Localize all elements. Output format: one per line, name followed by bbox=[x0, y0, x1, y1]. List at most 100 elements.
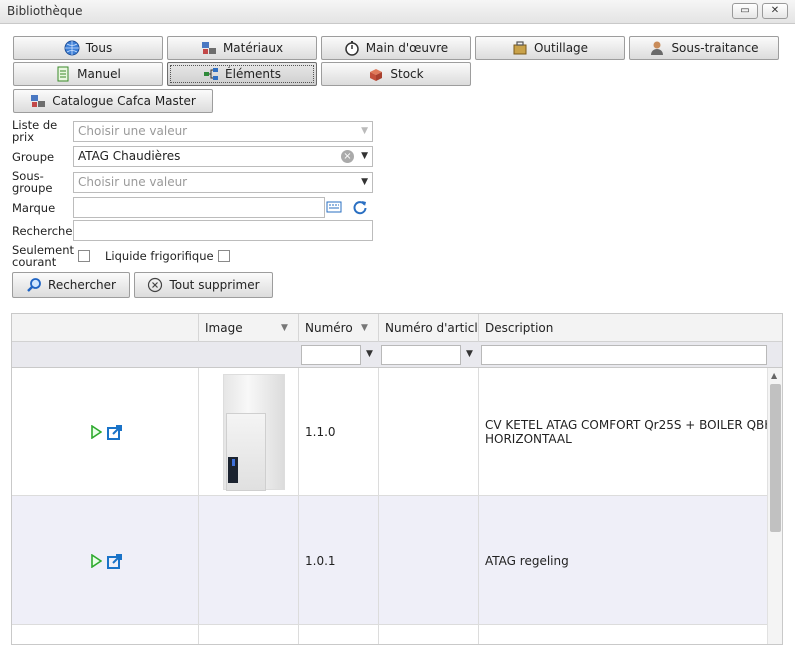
grid-header: Image ▼ Numéro ▼ Numéro d'article Descri… bbox=[12, 314, 782, 342]
description-filter-input[interactable] bbox=[481, 345, 767, 365]
row-numero: 1.0.1 bbox=[305, 554, 336, 568]
column-header-image-label: Image bbox=[205, 321, 243, 335]
materials-icon bbox=[201, 40, 217, 56]
sous-groupe-select[interactable]: Choisir une valeur ▼ bbox=[73, 172, 373, 193]
row-description-line1: CV KETEL ATAG COMFORT Qr25S + BOILER QBH… bbox=[485, 418, 767, 432]
groupe-value: ATAG Chaudières bbox=[78, 149, 181, 163]
liste-prix-label: Liste de prix bbox=[12, 118, 58, 144]
tab-main-oeuvre-label: Main d'œuvre bbox=[365, 41, 449, 55]
row-description-cell bbox=[479, 625, 767, 644]
tab-sous-traitance[interactable]: Sous-traitance bbox=[629, 36, 779, 60]
tab-elements-label: Éléments bbox=[225, 67, 281, 81]
groupe-label: Groupe bbox=[12, 150, 55, 164]
document-icon bbox=[55, 66, 71, 82]
chevron-down-icon[interactable]: ▼ bbox=[361, 147, 368, 166]
filter-icon[interactable]: ▼ bbox=[361, 314, 368, 342]
tab-tous-label: Tous bbox=[85, 41, 113, 55]
rechercher-button[interactable]: Rechercher bbox=[12, 272, 130, 298]
search-icon bbox=[26, 277, 42, 293]
filter-icon[interactable]: ▼ bbox=[281, 314, 288, 342]
table-row[interactable] bbox=[12, 625, 767, 644]
column-header-numero[interactable]: Numéro ▼ bbox=[299, 314, 379, 342]
numero-filter-input[interactable] bbox=[301, 345, 361, 365]
row-numero-cell: 1.1.0 bbox=[299, 368, 379, 495]
column-header-numero-label: Numéro bbox=[305, 321, 353, 335]
row-numero: 1.1.0 bbox=[305, 425, 336, 439]
tab-elements[interactable]: Éléments bbox=[167, 62, 317, 86]
marque-label: Marque bbox=[12, 201, 56, 215]
column-header-numero-article-label: Numéro d'article bbox=[385, 321, 479, 335]
filter-icon[interactable]: ▼ bbox=[466, 349, 473, 359]
play-icon[interactable] bbox=[90, 424, 103, 440]
sous-groupe-label: Sous-groupe bbox=[12, 169, 53, 195]
scroll-up-icon[interactable]: ▲ bbox=[771, 371, 777, 380]
tab-outillage-label: Outillage bbox=[533, 41, 589, 55]
open-external-icon[interactable] bbox=[107, 424, 123, 440]
column-header-image[interactable]: Image ▼ bbox=[199, 314, 299, 342]
row-image-cell bbox=[199, 496, 299, 624]
keyboard-icon[interactable] bbox=[326, 199, 342, 215]
open-external-icon[interactable] bbox=[107, 553, 123, 569]
tout-supprimer-label: Tout supprimer bbox=[169, 278, 260, 292]
catalogue-cafca-button[interactable]: Catalogue Cafca Master bbox=[13, 89, 213, 113]
play-icon[interactable] bbox=[90, 553, 103, 569]
rechercher-label: Rechercher bbox=[48, 278, 116, 292]
table-row[interactable]: 1.0.1 ATAG regeling bbox=[12, 496, 767, 625]
close-button[interactable]: ✕ bbox=[762, 3, 788, 19]
seulement-courant-label: Seulement courant bbox=[12, 243, 75, 269]
tout-supprimer-button[interactable]: Tout supprimer bbox=[134, 272, 273, 298]
clear-circle-icon bbox=[147, 277, 163, 293]
column-header-numero-article[interactable]: Numéro d'article bbox=[379, 314, 479, 342]
tab-materiaux[interactable]: Matériaux bbox=[167, 36, 317, 60]
row-numero-cell: 1.0.1 bbox=[299, 496, 379, 624]
stock-box-icon bbox=[368, 66, 384, 82]
scrollbar-thumb[interactable] bbox=[770, 384, 781, 532]
row-actions-cell bbox=[12, 625, 199, 644]
tab-main-oeuvre[interactable]: Main d'œuvre bbox=[321, 36, 471, 60]
tab-stock[interactable]: Stock bbox=[321, 62, 471, 86]
results-grid: Image ▼ Numéro ▼ Numéro d'article Descri… bbox=[11, 313, 783, 645]
liste-prix-select[interactable]: Choisir une valeur ▼ bbox=[73, 121, 373, 142]
sous-groupe-placeholder: Choisir une valeur bbox=[78, 175, 188, 189]
tab-materiaux-label: Matériaux bbox=[222, 41, 284, 55]
filter-icon[interactable]: ▼ bbox=[366, 349, 373, 359]
numero-article-filter-input[interactable] bbox=[381, 345, 461, 365]
row-numero-article-cell bbox=[379, 625, 479, 644]
table-row[interactable]: 1.1.0 CV KETEL ATAG COMFORT Qr25S + BOIL… bbox=[12, 368, 767, 496]
window-titlebar: Bibliothèque ▭ ✕ bbox=[0, 0, 795, 24]
chevron-down-icon: ▼ bbox=[361, 126, 368, 136]
row-image-cell bbox=[199, 625, 299, 644]
tab-outillage[interactable]: Outillage bbox=[475, 36, 625, 60]
liquide-frigorifique-label: Liquide frigorifique bbox=[105, 249, 214, 263]
row-numero-article-cell bbox=[379, 496, 479, 624]
column-header-description[interactable]: Description bbox=[479, 314, 767, 342]
toolbox-icon bbox=[512, 40, 528, 56]
recherche-input[interactable] bbox=[73, 220, 373, 241]
restore-button[interactable]: ▭ bbox=[732, 3, 758, 19]
refresh-icon[interactable] bbox=[352, 199, 368, 215]
vertical-scrollbar[interactable]: ▲ bbox=[767, 368, 782, 644]
boiler-product-image bbox=[223, 374, 285, 491]
tab-manuel-label: Manuel bbox=[77, 67, 121, 81]
row-description-line2: HORIZONTAAL bbox=[485, 432, 572, 446]
row-image-cell bbox=[199, 368, 299, 495]
tab-manuel[interactable]: Manuel bbox=[13, 62, 163, 86]
groupe-select[interactable]: ATAG Chaudières × ▼ bbox=[73, 146, 373, 167]
catalogue-label: Catalogue Cafca Master bbox=[52, 94, 196, 108]
marque-input[interactable] bbox=[73, 197, 325, 218]
liquide-frigorifique-checkbox[interactable] bbox=[218, 250, 230, 262]
catalogue-icon bbox=[30, 93, 46, 109]
column-header-actions bbox=[12, 314, 199, 342]
liste-prix-placeholder: Choisir une valeur bbox=[78, 124, 188, 138]
seulement-courant-checkbox[interactable] bbox=[78, 250, 90, 262]
row-actions-cell bbox=[12, 496, 199, 624]
column-header-description-label: Description bbox=[485, 321, 554, 335]
window-title: Bibliothèque bbox=[7, 4, 83, 18]
grid-filter-row: ▼ ▼ bbox=[12, 342, 782, 368]
chevron-down-icon: ▼ bbox=[361, 177, 368, 187]
clear-icon[interactable]: × bbox=[341, 150, 354, 163]
person-icon bbox=[649, 40, 665, 56]
stopwatch-icon bbox=[344, 40, 360, 56]
tab-tous[interactable]: Tous bbox=[13, 36, 163, 60]
globe-icon bbox=[64, 40, 80, 56]
